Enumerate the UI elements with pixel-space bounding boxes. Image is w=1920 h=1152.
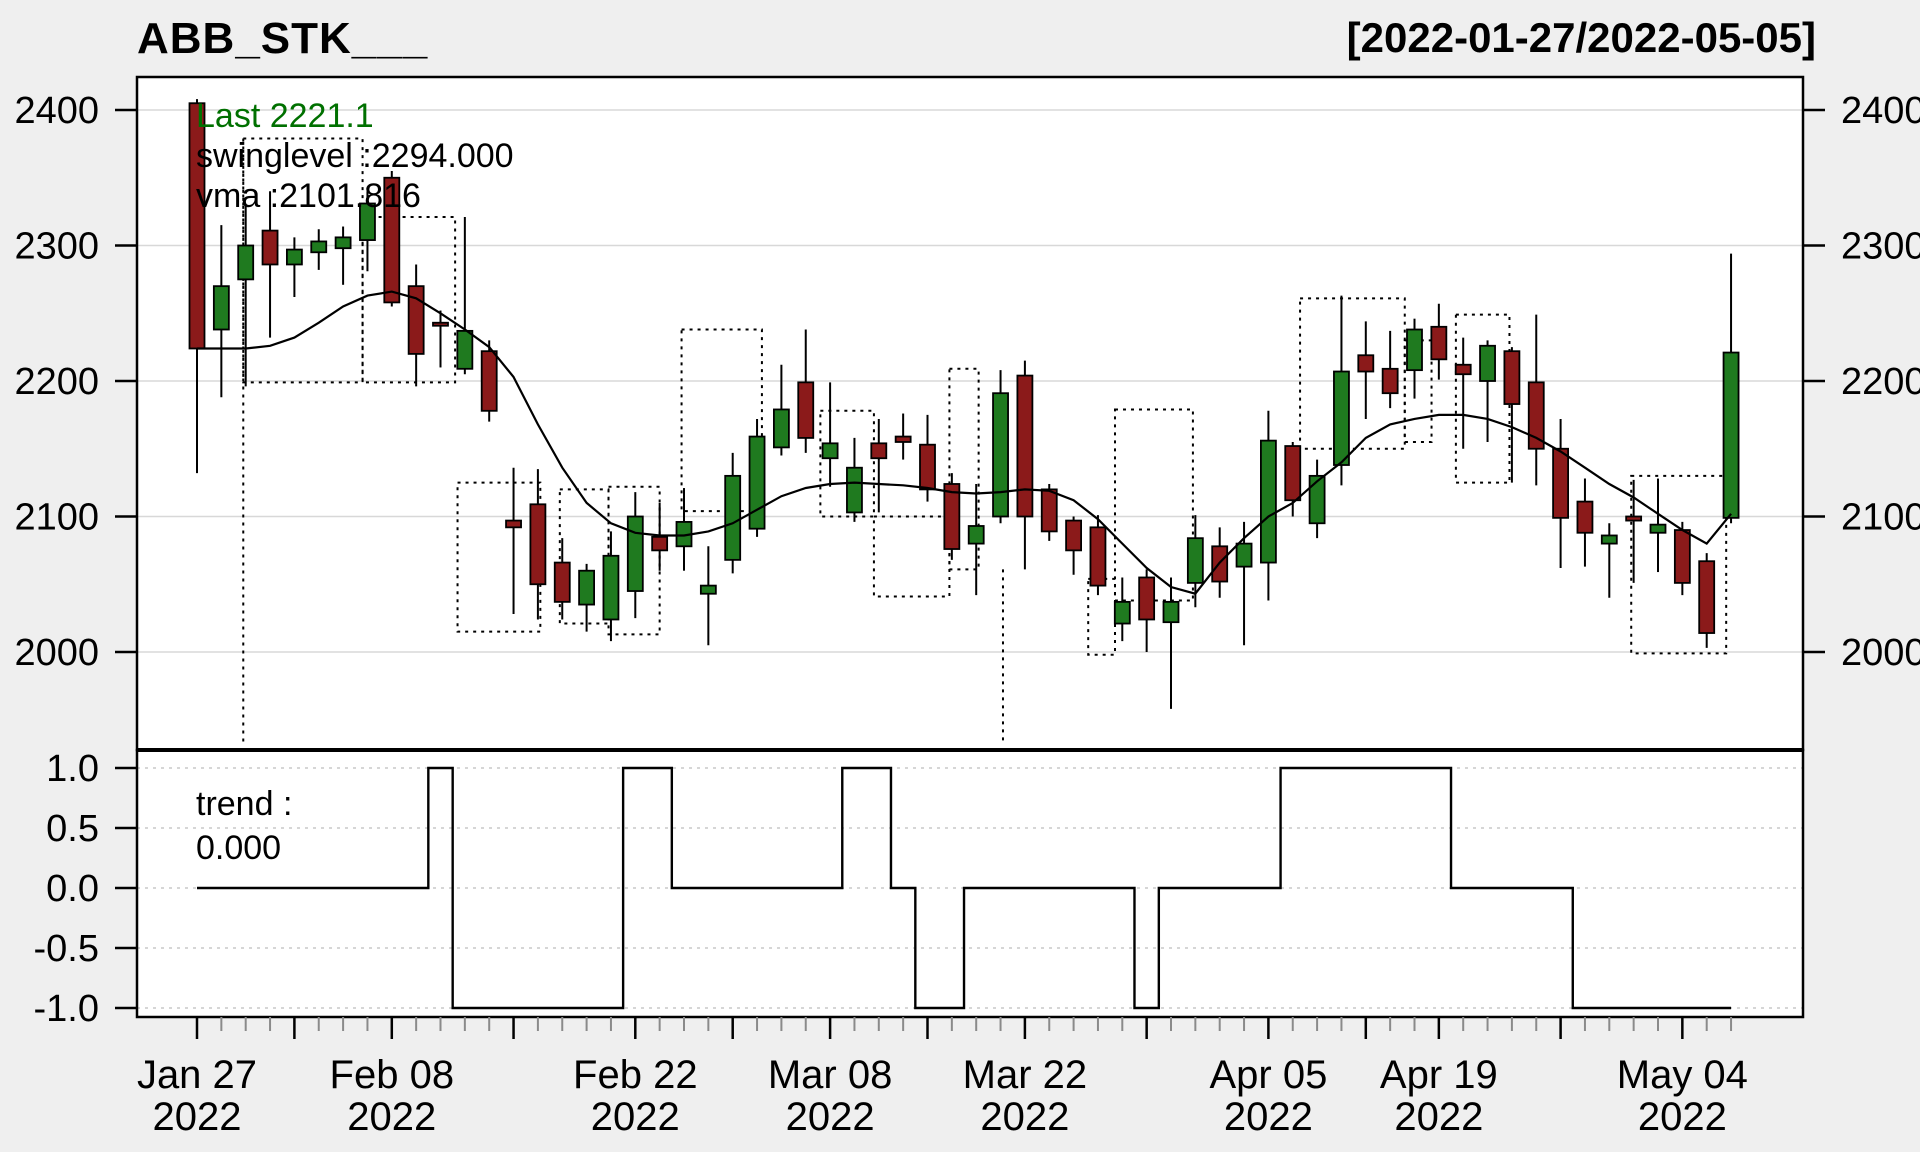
candle-up-46 [1310, 476, 1325, 523]
candle-down-39 [1139, 577, 1154, 619]
candle-up-43 [1237, 544, 1252, 567]
candle-down-10 [433, 323, 448, 326]
legend-swinglevel: swinglevel :2294.000 [196, 136, 514, 176]
y-axis-label-left-2200: 2200 [14, 361, 99, 403]
candle-down-13 [506, 521, 521, 528]
candle-up-18 [628, 517, 643, 592]
y-axis-label-left-2300: 2300 [14, 226, 99, 268]
date-range-label: [2022-01-27/2022-05-05] [1347, 14, 1816, 62]
candle-up-47 [1334, 372, 1349, 465]
candle-up-23 [750, 437, 765, 529]
candle-down-59 [1626, 517, 1641, 521]
candle-down-51 [1431, 327, 1446, 360]
candle-down-57 [1577, 502, 1592, 533]
candle-up-24 [774, 409, 789, 447]
candle-up-50 [1407, 330, 1422, 371]
x-axis-date-may-04: May 04 [1617, 1053, 1748, 1097]
trend-y-label--1: -1.0 [34, 988, 99, 1030]
candle-up-4 [287, 250, 302, 265]
candle-up-53 [1480, 346, 1495, 381]
candle-down-48 [1358, 355, 1373, 371]
trend-y-label-1: 1.0 [46, 748, 99, 790]
trend-label-name: trend : [196, 782, 292, 826]
candle-down-30 [920, 445, 935, 490]
candle-up-27 [847, 468, 862, 513]
candle-down-61 [1675, 530, 1690, 583]
candle-up-32 [969, 526, 984, 544]
candle-down-45 [1285, 446, 1300, 500]
candle-down-56 [1553, 449, 1568, 518]
y-axis-label-right-2000: 2000 [1841, 632, 1920, 674]
candle-down-25 [798, 382, 813, 438]
candle-up-33 [993, 393, 1008, 516]
candle-up-40 [1164, 602, 1179, 622]
candle-down-19 [652, 537, 667, 551]
candle-down-49 [1383, 369, 1398, 393]
candle-up-11 [457, 331, 472, 369]
y-axis-label-right-2100: 2100 [1841, 497, 1920, 539]
candle-down-34 [1017, 376, 1032, 517]
candle-up-41 [1188, 538, 1203, 583]
candle-up-58 [1602, 535, 1617, 543]
trend-indicator-label: trend : 0.000 [196, 782, 292, 870]
candle-down-14 [530, 504, 545, 584]
candle-down-37 [1090, 527, 1105, 585]
x-axis-year-2: 2022 [591, 1095, 680, 1139]
x-axis-date-mar-08: Mar 08 [768, 1053, 893, 1097]
y-axis-label-right-2200: 2200 [1841, 361, 1920, 403]
candle-down-28 [871, 443, 886, 458]
x-axis-date-apr-05: Apr 05 [1209, 1053, 1327, 1097]
y-axis-label-right-2400: 2400 [1841, 90, 1920, 132]
candle-up-17 [603, 556, 618, 620]
chart-title: ABB_STK___ [137, 14, 428, 64]
y-axis-label-left-2400: 2400 [14, 90, 99, 132]
candle-up-1 [214, 286, 229, 329]
candle-down-31 [944, 484, 959, 549]
x-axis-year-5: 2022 [1224, 1095, 1313, 1139]
x-axis-date-feb-22: Feb 22 [573, 1053, 698, 1097]
candle-up-21 [701, 586, 716, 594]
candle-down-36 [1066, 521, 1081, 551]
x-axis-date-jan-27: Jan 27 [137, 1053, 257, 1097]
y-axis-label-left-2000: 2000 [14, 632, 99, 674]
candle-down-35 [1042, 489, 1057, 531]
legend: Last 2221.1 swinglevel :2294.000 vma :21… [196, 96, 514, 216]
x-axis-year-1: 2022 [347, 1095, 436, 1139]
y-axis-label-left-2100: 2100 [14, 497, 99, 539]
trend-panel-bg [137, 750, 1803, 1017]
legend-vma: vma :2101.816 [196, 176, 514, 216]
candle-down-54 [1504, 351, 1519, 404]
candle-down-3 [263, 231, 278, 265]
trend-label-value: 0.000 [196, 826, 292, 870]
x-axis-year-3: 2022 [786, 1095, 875, 1139]
candle-up-2 [238, 246, 253, 280]
x-axis-year-0: 2022 [153, 1095, 242, 1139]
trend-y-label-0: 0.0 [46, 868, 99, 910]
x-axis-date-feb-08: Feb 08 [330, 1053, 455, 1097]
candle-up-44 [1261, 441, 1276, 563]
legend-last-value: Last 2221.1 [196, 96, 514, 136]
candle-up-5 [311, 241, 326, 252]
trend-y-label-0.5: 0.5 [46, 808, 99, 850]
x-axis-year-7: 2022 [1638, 1095, 1727, 1139]
trend-y-label--0.5: -0.5 [34, 928, 99, 970]
x-axis-date-mar-22: Mar 22 [963, 1053, 1088, 1097]
candle-up-6 [336, 237, 351, 248]
candle-up-60 [1651, 525, 1666, 533]
candle-up-26 [823, 443, 838, 458]
x-axis-year-4: 2022 [980, 1095, 1069, 1139]
candle-up-22 [725, 476, 740, 560]
candle-down-15 [555, 563, 570, 602]
y-axis-label-right-2300: 2300 [1841, 226, 1920, 268]
candle-down-29 [896, 437, 911, 442]
candle-down-62 [1699, 561, 1714, 633]
x-axis-date-apr-19: Apr 19 [1380, 1053, 1498, 1097]
candle-down-12 [482, 351, 497, 411]
candle-up-16 [579, 571, 594, 605]
candle-down-52 [1456, 365, 1471, 374]
x-axis-year-6: 2022 [1394, 1095, 1483, 1139]
candle-up-38 [1115, 602, 1130, 624]
candle-up-63 [1724, 353, 1739, 518]
